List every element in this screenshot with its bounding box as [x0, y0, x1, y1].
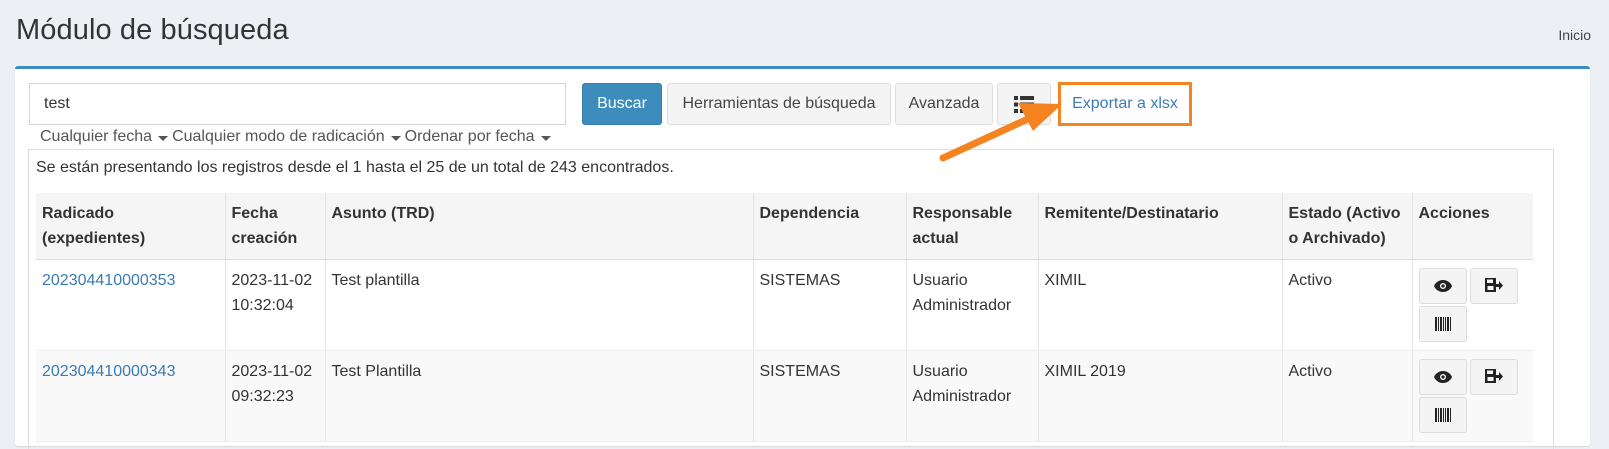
page-title: Módulo de búsqueda [16, 14, 289, 46]
responsable-cell: Usuario Administrador [906, 350, 1039, 442]
asunto-cell: Test plantilla [325, 259, 754, 351]
actions-cell [1412, 350, 1533, 442]
filter-bar: Cualquier fecha Cualquier modo de radica… [40, 128, 551, 146]
save-arrow-icon [1484, 278, 1503, 292]
col-radicado[interactable]: Radicado (expedientes) [36, 193, 226, 260]
barcode-icon [1434, 408, 1451, 422]
col-dependencia[interactable]: Dependencia [753, 193, 907, 260]
eye-icon [1433, 371, 1452, 383]
col-remitente[interactable]: Remitente/Destinatario [1038, 193, 1283, 260]
fecha-cell: 2023-11-02 09:32:23 [225, 350, 326, 442]
estado-cell: Activo [1282, 259, 1413, 351]
caret-down-icon [390, 136, 401, 141]
export-xlsx-link[interactable]: Exportar a xlsx [1072, 95, 1178, 113]
view-button[interactable] [1418, 268, 1467, 304]
caret-down-icon [540, 136, 551, 141]
view-button[interactable] [1418, 359, 1467, 395]
caret-down-icon [158, 136, 169, 141]
remitente-cell: XIMIL 2019 [1038, 350, 1283, 442]
table-row: 202304410000353 2023-11-02 10:32:04 Test … [36, 259, 1533, 351]
col-acciones: Acciones [1412, 193, 1533, 260]
search-button[interactable]: Buscar [582, 83, 662, 125]
dependencia-cell: SISTEMAS [753, 350, 907, 442]
table-header-row: Radicado (expedientes) Fecha creación Asun… [36, 193, 1533, 260]
advanced-search-button[interactable]: Avanzada [895, 83, 993, 125]
save-transfer-button[interactable] [1469, 268, 1518, 304]
barcode-button[interactable] [1418, 306, 1467, 342]
sort-label: Ordenar por fecha [404, 128, 535, 145]
search-tools-button[interactable]: Herramientas de búsqueda [667, 83, 891, 125]
save-arrow-icon [1484, 369, 1503, 383]
actions-cell [1412, 259, 1533, 351]
search-input[interactable] [29, 83, 566, 125]
table-row: 202304410000343 2023-11-02 09:32:23 Test … [36, 350, 1533, 442]
responsable-cell: Usuario Administrador [906, 259, 1039, 351]
list-view-button[interactable] [997, 83, 1051, 125]
results-summary: Se están presentando los registros desde… [36, 159, 674, 176]
results-panel: Se están presentando los registros desde… [28, 149, 1554, 449]
dependencia-cell: SISTEMAS [753, 259, 907, 351]
save-transfer-button[interactable] [1469, 359, 1518, 395]
search-box: Buscar Herramientas de búsqueda Avanzada… [15, 66, 1590, 449]
radicado-link[interactable]: 202304410000343 [42, 363, 175, 380]
col-asunto[interactable]: Asunto (TRD) [325, 193, 754, 260]
mode-filter-label: Cualquier modo de radicación [172, 128, 385, 145]
barcode-icon [1434, 317, 1451, 331]
estado-cell: Activo [1282, 350, 1413, 442]
export-highlight: Exportar a xlsx [1058, 82, 1192, 126]
barcode-button[interactable] [1418, 397, 1467, 433]
sort-dropdown[interactable]: Ordenar por fecha [405, 128, 551, 146]
date-filter-label: Cualquier fecha [40, 128, 153, 145]
radicado-link[interactable]: 202304410000353 [42, 272, 175, 289]
fecha-cell: 2023-11-02 10:32:04 [225, 259, 326, 351]
results-table: Radicado (expedientes) Fecha creación Asun… [36, 193, 1533, 442]
eye-icon [1433, 280, 1452, 292]
asunto-cell: Test Plantilla [325, 350, 754, 442]
remitente-cell: XIMIL [1038, 259, 1283, 351]
date-filter-dropdown[interactable]: Cualquier fecha [40, 128, 169, 146]
col-estado[interactable]: Estado (Activo o Archivado) [1282, 193, 1413, 260]
col-responsable[interactable]: Responsable actual [906, 193, 1039, 260]
breadcrumb-home[interactable]: Inicio [1558, 27, 1591, 43]
mode-filter-dropdown[interactable]: Cualquier modo de radicación [172, 128, 401, 146]
col-fecha[interactable]: Fecha creación [225, 193, 326, 260]
list-icon [1014, 95, 1034, 113]
